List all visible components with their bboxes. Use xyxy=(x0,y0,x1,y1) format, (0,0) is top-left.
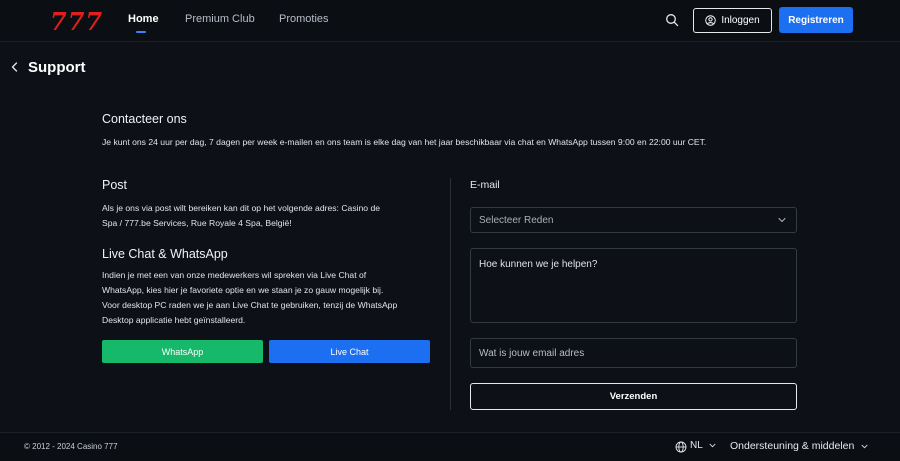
live-chat-button[interactable]: Live Chat xyxy=(269,340,430,363)
user-icon xyxy=(705,15,717,26)
send-button[interactable]: Verzenden xyxy=(470,383,797,410)
livechat-text-line-4: Desktop applicatie hebt geïnstalleerd. xyxy=(102,315,246,325)
chevron-left-icon[interactable] xyxy=(10,61,20,73)
support-resources-label: Ondersteuning & middelen xyxy=(730,440,855,452)
post-title: Post xyxy=(102,178,128,192)
reason-select[interactable]: Selecteer Reden xyxy=(470,207,797,233)
message-textarea[interactable] xyxy=(470,248,797,323)
livechat-text-line-2: WhatsApp, kies hier je favoriete optie e… xyxy=(102,285,384,295)
column-divider xyxy=(450,178,451,410)
email-section-title: E-mail xyxy=(470,179,500,191)
register-button[interactable]: Registreren xyxy=(779,7,853,33)
nav-tab-home[interactable]: Home xyxy=(128,13,159,25)
livechat-text-line-3: Voor desktop PC raden we je aan Live Cha… xyxy=(102,300,398,310)
casino-logo[interactable]: 777 xyxy=(50,7,103,36)
chevron-down-icon xyxy=(709,443,716,448)
copyright-text: © 2012 - 2024 Casino 777 xyxy=(24,442,118,451)
post-text-line-1: Als je ons via post wilt bereiken kan di… xyxy=(102,203,381,213)
footer: © 2012 - 2024 Casino 777 NL Ondersteunin… xyxy=(0,432,900,461)
search-icon[interactable] xyxy=(665,13,679,27)
language-label: NL xyxy=(690,440,703,451)
top-header: 777 Home Premium Club Promoties Inloggen… xyxy=(0,0,900,42)
nav-tab-premium-club[interactable]: Premium Club xyxy=(185,13,255,25)
chevron-down-icon xyxy=(778,217,786,223)
post-text-line-2: Spa / 777.be Services, Rue Royale 4 Spa,… xyxy=(102,218,292,228)
whatsapp-button[interactable]: WhatsApp xyxy=(102,340,263,363)
language-selector[interactable]: NL xyxy=(690,440,716,451)
contact-text: Je kunt ons 24 uur per dag, 7 dagen per … xyxy=(102,137,707,147)
login-button[interactable]: Inloggen xyxy=(693,8,772,33)
globe-icon[interactable] xyxy=(675,441,687,453)
contact-title: Contacteer ons xyxy=(102,112,187,126)
page-title: Support xyxy=(28,59,86,76)
reason-select-value: Selecteer Reden xyxy=(479,214,554,226)
nav-active-indicator xyxy=(136,31,146,33)
login-label: Inloggen xyxy=(721,15,760,26)
nav-tab-promoties[interactable]: Promoties xyxy=(279,13,329,25)
livechat-text-line-1: Indien je met een van onze medewerkers w… xyxy=(102,270,367,280)
email-address-input[interactable] xyxy=(470,338,797,368)
chevron-down-icon xyxy=(861,444,868,448)
support-resources-menu[interactable]: Ondersteuning & middelen xyxy=(730,440,868,452)
livechat-title: Live Chat & WhatsApp xyxy=(102,247,228,261)
